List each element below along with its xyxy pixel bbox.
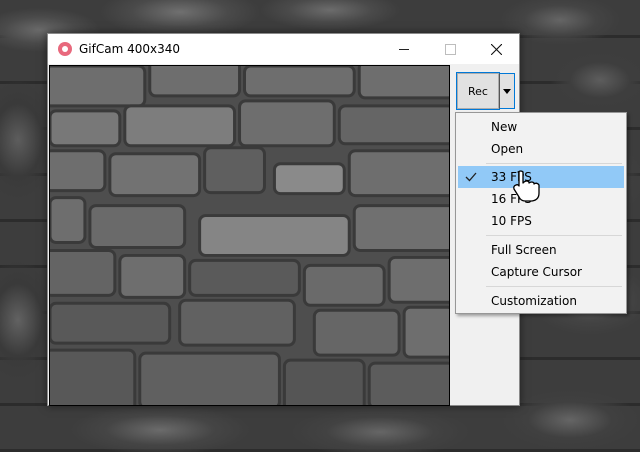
menu-separator	[486, 286, 622, 287]
menu-separator	[486, 163, 622, 164]
menu-item-label: Open	[491, 142, 524, 156]
rec-button[interactable]: Rec	[456, 72, 500, 110]
checkmark-icon	[465, 172, 477, 182]
menu-item-label: Full Screen	[491, 243, 557, 257]
minimize-button[interactable]	[381, 34, 427, 64]
menu-item-10-fps[interactable]: 10 FPS	[458, 210, 624, 232]
minimize-icon	[399, 48, 409, 50]
stone-wall-image	[50, 66, 449, 405]
rec-dropdown-button[interactable]	[499, 73, 515, 109]
maximize-button[interactable]	[427, 34, 473, 64]
triangle-down-icon	[503, 88, 511, 94]
menu-item-label: Capture Cursor	[491, 265, 582, 279]
menu-item-label: Customization	[491, 294, 577, 308]
gifcam-icon	[58, 42, 72, 56]
hand-pointer-icon	[513, 170, 540, 202]
window-title: GifCam 400x340	[79, 42, 181, 56]
menu-item-full-screen[interactable]: Full Screen	[458, 239, 624, 261]
menu-item-label: New	[491, 120, 518, 134]
menu-item-capture-cursor[interactable]: Capture Cursor	[458, 261, 624, 283]
title-bar[interactable]: GifCam 400x340	[48, 34, 519, 64]
menu-item-customization[interactable]: Customization	[458, 290, 624, 312]
menu-item-open[interactable]: Open	[458, 138, 624, 160]
menu-separator	[486, 235, 622, 236]
maximize-icon	[444, 43, 456, 55]
context-menu: New Open 33 FPS 16 FPS 10 FPS Full Scree…	[455, 112, 627, 314]
capture-area[interactable]	[49, 65, 450, 406]
menu-item-label: 10 FPS	[491, 214, 532, 228]
close-button[interactable]	[473, 34, 519, 64]
rec-button-group: Rec	[456, 72, 516, 111]
gifcam-window: GifCam 400x340 Rec	[47, 33, 520, 406]
close-icon	[490, 43, 502, 55]
menu-item-new[interactable]: New	[458, 116, 624, 138]
